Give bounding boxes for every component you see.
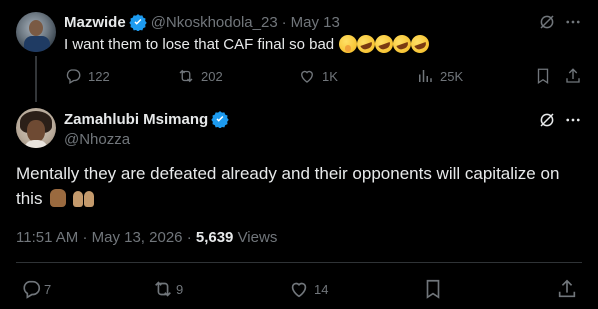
- like-count: 1K: [322, 68, 338, 84]
- main-like-count: 14: [314, 281, 329, 297]
- bookmark-icon: [426, 279, 440, 299]
- reply-text-content: I want them to lose that CAF final so ba…: [64, 35, 335, 53]
- main-repost-button[interactable]: 9: [152, 278, 183, 300]
- heart-icon: [301, 70, 313, 83]
- main-reply-button[interactable]: 7: [20, 278, 51, 300]
- main-share-button[interactable]: [556, 278, 578, 300]
- grok-icon[interactable]: [538, 111, 556, 134]
- tweet-date[interactable]: May 13, 2026: [92, 229, 183, 246]
- reply-dot-separator: ·: [281, 13, 287, 31]
- reply-share-button[interactable]: [564, 67, 582, 85]
- main-like-button[interactable]: 14: [288, 278, 328, 300]
- reply-reply-button[interactable]: 122: [64, 67, 110, 85]
- tweet-views-count: 5,639: [195, 229, 234, 246]
- reply-count: 122: [88, 68, 110, 84]
- reply-repost-button[interactable]: 202: [177, 67, 223, 85]
- verified-badge-icon: [211, 111, 229, 128]
- reply-author-handle[interactable]: @Nkoskhodola_23: [151, 14, 278, 31]
- reply-text: I want them to lose that CAF final so ba…: [64, 32, 432, 56]
- share-icon: [566, 68, 580, 83]
- meta-separator: ·: [186, 229, 196, 246]
- more-options-icon[interactable]: [564, 111, 582, 134]
- reply-date[interactable]: May 13: [291, 14, 340, 31]
- shushing-face-emoji-icon: [339, 35, 358, 53]
- grok-icon[interactable]: [538, 13, 556, 36]
- verified-badge-icon: [128, 14, 147, 31]
- thread-connector-line: [35, 56, 37, 102]
- more-options-icon[interactable]: [564, 13, 582, 36]
- share-icon: [558, 279, 576, 298]
- main-action-bar: 7 9 14: [16, 276, 582, 300]
- reply-icon: [66, 69, 81, 84]
- views-count: 25K: [440, 68, 464, 84]
- main-author-handle[interactable]: @Nhozza: [64, 131, 130, 148]
- main-bookmark-button[interactable]: [422, 278, 444, 300]
- reply-views-button[interactable]: 25K: [416, 67, 463, 85]
- heart-icon: [291, 282, 307, 298]
- reply-header: Mazwide @Nkoskhodola_23 · May 13: [64, 13, 340, 31]
- main-reply-count: 7: [44, 281, 52, 297]
- repost-icon: [155, 281, 171, 297]
- analytics-icon: [419, 70, 432, 82]
- reply-bookmark-button[interactable]: [534, 67, 552, 85]
- avatar-mazwide[interactable]: [16, 12, 56, 52]
- avatar-zamahlubi[interactable]: [16, 108, 56, 148]
- main-tweet-text: Mentally they are defeated already and t…: [16, 161, 586, 211]
- divider: [16, 262, 582, 263]
- tweet-time[interactable]: 11:51 AM: [16, 229, 78, 246]
- reply-like-button[interactable]: 1K: [298, 67, 338, 85]
- reply-action-bar: 122 202 1K 25K: [64, 65, 582, 87]
- crossed-fingers-emoji-icon: [50, 189, 67, 207]
- reply-author-name[interactable]: Mazwide: [64, 14, 126, 31]
- raising-hands-emoji-icon: [72, 189, 95, 207]
- main-handle-row: @Nhozza: [64, 131, 130, 148]
- main-tweet-meta: 11:51 AM · May 13, 2026 · 5,639 Views: [16, 229, 277, 246]
- meta-separator: ·: [82, 229, 92, 246]
- bookmark-icon: [537, 68, 549, 85]
- repost-count: 202: [201, 68, 223, 84]
- main-repost-count: 9: [176, 281, 184, 297]
- main-tweet-text-content: Mentally they are defeated already and t…: [16, 164, 560, 208]
- reply-icon: [23, 280, 41, 299]
- main-author-row: Zamahlubi Msimang: [64, 110, 233, 128]
- rofl-emoji-icon: [408, 32, 432, 56]
- main-author-name[interactable]: Zamahlubi Msimang: [64, 111, 208, 128]
- tweet-views-label: Views: [237, 229, 278, 246]
- repost-icon: [179, 69, 193, 83]
